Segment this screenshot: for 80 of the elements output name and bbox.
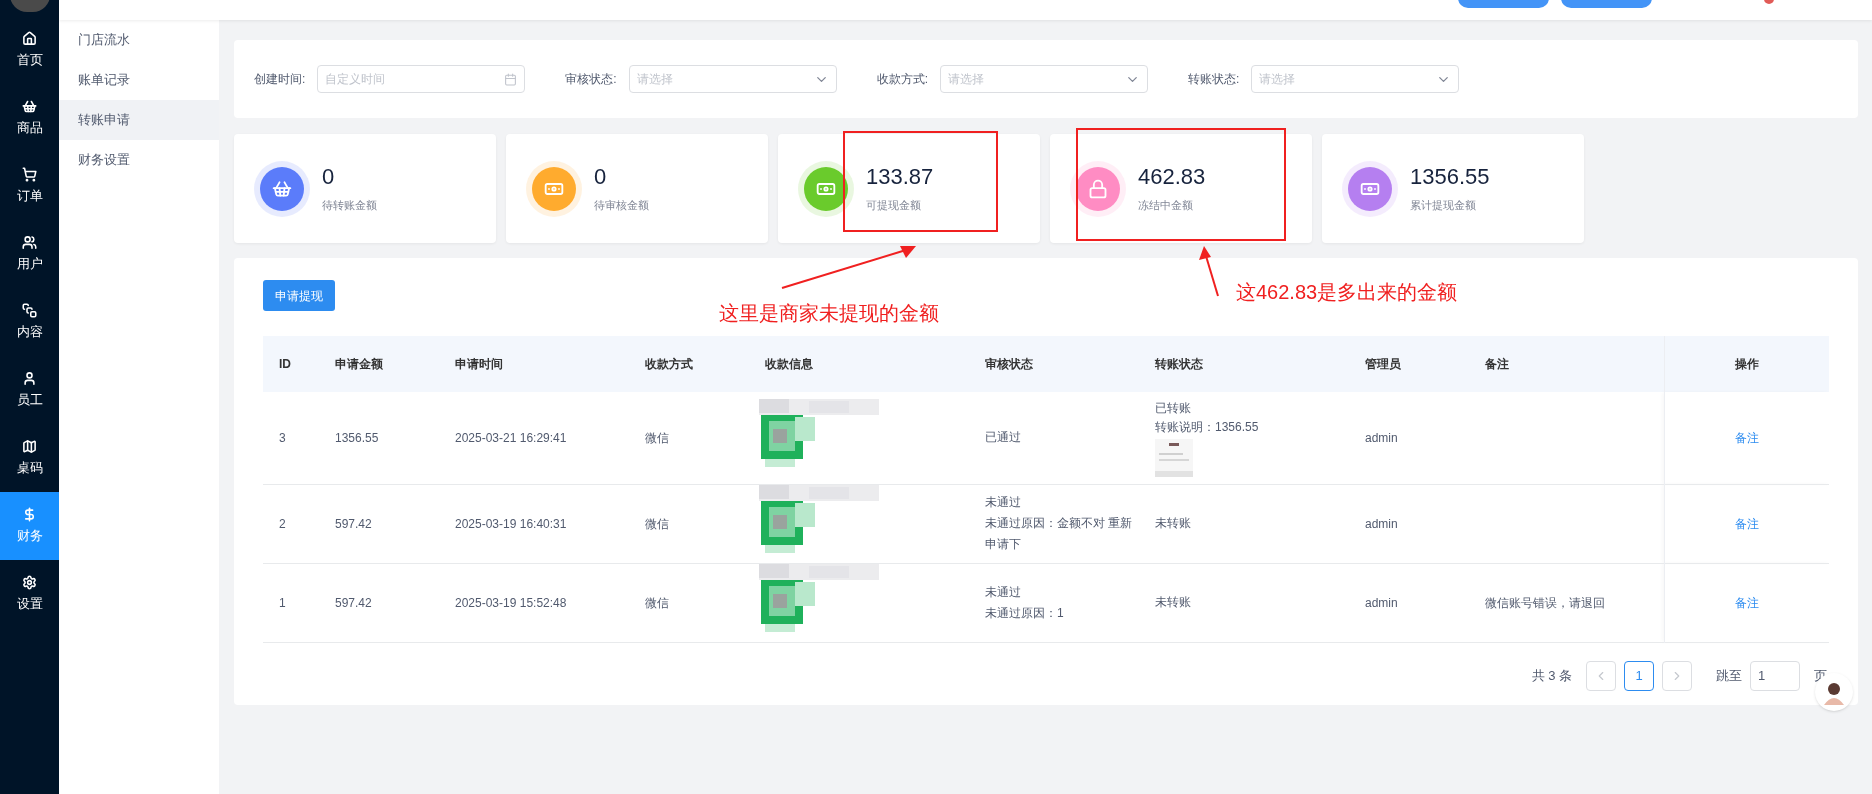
- filter-label: 创建时间:: [254, 71, 306, 88]
- column-header: ID: [263, 336, 319, 392]
- sidebar-item[interactable]: 桌码: [0, 424, 59, 492]
- table-cell: 微信: [629, 392, 749, 484]
- remark-link[interactable]: 备注: [1734, 430, 1759, 445]
- basket-icon: [22, 98, 37, 114]
- dollar-icon: [22, 506, 37, 522]
- annotation-text: 这里是商家未提现的金额: [719, 301, 939, 326]
- stat-value: 133.87: [866, 163, 934, 192]
- sidebar-item[interactable]: 设置: [0, 560, 59, 628]
- stat-label: 可提现金额: [866, 198, 922, 214]
- table-cell: 3: [263, 392, 319, 484]
- submenu-item[interactable]: 转账申请: [59, 100, 219, 140]
- page-input[interactable]: 1: [1750, 660, 1800, 691]
- transfer-status: 未转账: [1155, 594, 1192, 611]
- table-cell: 597.42: [319, 563, 439, 642]
- stat-label: 待转账金额: [322, 198, 377, 214]
- page-button[interactable]: 1: [1624, 660, 1654, 691]
- table-cell: 已通过: [969, 392, 1139, 484]
- stat-label: 待审核金额: [594, 198, 649, 214]
- submenu-item[interactable]: 账单记录: [59, 60, 219, 100]
- remark-link[interactable]: 备注: [1734, 595, 1759, 610]
- table-cell: 微信: [629, 484, 749, 563]
- column-header: 收款信息: [749, 336, 969, 392]
- table-cell: 微信账号错误，请退回: [1485, 595, 1605, 610]
- column-header: 申请金额: [319, 336, 439, 392]
- sidebar-item[interactable]: 商品: [0, 84, 59, 152]
- stat-value: 462.83: [1138, 163, 1206, 192]
- stat-value: 0: [322, 163, 336, 192]
- submenu-item[interactable]: 财务设置: [59, 140, 219, 180]
- filter-label: 转账状态:: [1188, 71, 1240, 88]
- stat-value: 1356.55: [1410, 163, 1490, 192]
- column-header: 收款方式: [629, 336, 749, 392]
- column-header: 操作: [1664, 336, 1829, 392]
- submenu-item[interactable]: 门店流水: [59, 20, 219, 60]
- column-header: 申请时间: [439, 336, 629, 392]
- stat-value: 0: [594, 163, 608, 192]
- transfer-status: 已转账: [1155, 399, 1192, 417]
- table-cell: admin: [1349, 392, 1469, 484]
- table-cell: 微信: [629, 563, 749, 642]
- users-icon: [22, 234, 37, 250]
- table-cell: 2025-03-19 16:40:31: [439, 484, 629, 563]
- person-icon: [22, 370, 37, 386]
- basket-icon: [272, 178, 292, 199]
- calendar-icon: [504, 72, 518, 86]
- cart-icon: [22, 166, 37, 182]
- filter-label: 收款方式:: [876, 71, 929, 88]
- transfer-status: 转账说明：1356.55: [1155, 418, 1260, 436]
- sidebar-item[interactable]: 订单: [0, 152, 59, 220]
- annotation-text: 这462.83是多出来的金额: [1236, 280, 1458, 305]
- table-cell: 1: [263, 563, 319, 642]
- total-count: 共 3 条: [1531, 666, 1572, 685]
- sidebar-item[interactable]: 用户: [0, 220, 59, 288]
- stat-label: 累计提现金额: [1410, 198, 1477, 214]
- arrow-drawing: [1196, 244, 1222, 298]
- sidebar-item[interactable]: 内容: [0, 288, 59, 356]
- table-cell: 597.42: [319, 484, 439, 563]
- sidebar-item[interactable]: 首页: [0, 16, 59, 84]
- table-cell: 2025-03-19 15:52:48: [439, 563, 629, 642]
- table-cell: 未通过 未通过原因：金额不对 重新申请下: [969, 484, 1139, 563]
- home-icon: [22, 30, 37, 46]
- column-header: 备注: [1469, 336, 1664, 392]
- filter-label: 审核状态:: [565, 71, 617, 88]
- jump-label: 跳至: [1716, 666, 1742, 685]
- column-header: 转账状态: [1139, 336, 1349, 392]
- transfer-status: 未转账: [1155, 515, 1192, 532]
- sidebar-item[interactable]: 员工: [0, 356, 59, 424]
- lock-icon: [1088, 178, 1108, 199]
- column-header: 审核状态: [969, 336, 1139, 392]
- map-icon: [22, 438, 37, 454]
- table-cell: 1356.55: [319, 392, 439, 484]
- table-cell: admin: [1349, 563, 1469, 642]
- settings-icon: [22, 574, 37, 590]
- table-cell: admin: [1349, 484, 1469, 563]
- table-cell: 2025-03-21 16:29:41: [439, 392, 629, 484]
- stat-label: 冻结中金额: [1138, 198, 1194, 214]
- remark-link[interactable]: 备注: [1734, 516, 1759, 531]
- table-cell: 2: [263, 484, 319, 563]
- column-header: 管理员: [1349, 336, 1469, 392]
- table-cell: 未通过 未通过原因：1: [969, 563, 1139, 642]
